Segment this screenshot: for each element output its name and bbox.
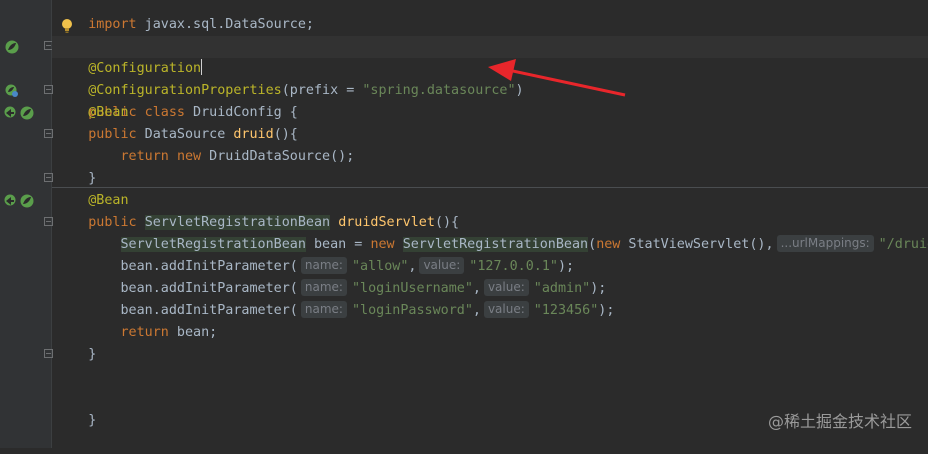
- red-arrow-annotation: [488, 59, 626, 97]
- watermark: @稀土掘金技术社区: [767, 412, 912, 431]
